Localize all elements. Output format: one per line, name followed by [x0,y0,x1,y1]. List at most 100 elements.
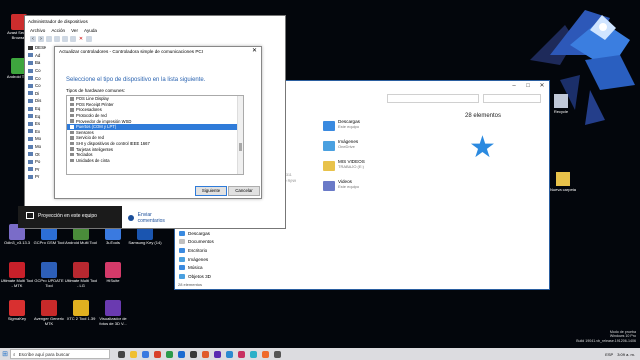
properties-icon[interactable] [46,35,52,42]
nav-item[interactable]: Documentos [179,238,239,247]
file-item[interactable]: MIS VIDEOS TRABAJO (E:) [323,159,443,178]
desktop-icon-item[interactable]: Ultimate Multi Tool - MTK [0,262,34,288]
tree-label: Ba [35,60,41,66]
videos-folder-icon [323,181,335,191]
nav-item[interactable]: Música [179,263,239,272]
list-scrollbar[interactable] [237,96,243,174]
taskbar-app-icon[interactable] [250,350,257,358]
tree-node[interactable]: Ad [28,52,46,60]
taskbar-app-icon[interactable] [274,350,281,358]
nav-item[interactable]: Objetos 3D [179,272,239,281]
taskbar-app-icon[interactable] [118,350,125,358]
desktop-icon-item[interactable]: SigmaKey [0,300,34,322]
desktop-icon-item[interactable]: Ultimate Multi Tool - LG [64,262,98,288]
file-item[interactable]: Imágenes OneDrive [323,139,443,158]
search-input[interactable] [483,93,541,103]
tree-node[interactable]: Eq [28,112,46,120]
minimize-icon[interactable]: – [507,81,521,91]
nav-item[interactable]: Descargas [179,229,239,238]
system-tray: ESP 3:09 a. m. [605,352,640,357]
taskbar-app-icon[interactable] [190,350,197,358]
menu-accion[interactable]: Acción [51,28,65,33]
update-driver-icon[interactable] [70,35,76,42]
tree-node[interactable]: Co [28,74,46,82]
feedback-link[interactable]: Enviar comentarios [128,212,178,224]
scroll-thumb[interactable] [239,142,242,151]
status-bar: 28 elementos [178,282,203,287]
download-icon[interactable] [86,35,92,42]
update-driver-dialog[interactable]: Actualizar controladores - Controladora … [54,46,262,199]
taskbar-app-icon[interactable] [130,350,137,358]
close-icon[interactable]: ✕ [252,47,257,56]
file-item[interactable]: Descargas Este equipo [323,119,443,138]
desktop-icon-item[interactable]: Recycle [546,94,576,114]
help-icon[interactable] [54,35,60,42]
hardware-type-label: Sensores [76,129,94,135]
hardware-type-list[interactable]: POS Line Display POS Receipt Printer Proce… [66,95,244,175]
tree-node[interactable]: Mo [28,135,46,143]
device-category-icon [28,60,33,65]
tree-node[interactable]: Ba [28,59,46,67]
hardware-type-item[interactable]: Unidades de cinta [67,158,243,164]
taskbar-app-icon[interactable] [262,350,269,358]
desktop-icon-item[interactable]: XTC 2 Tool 1.39 [64,300,98,322]
menu-ver[interactable]: Ver [71,28,78,33]
tree-root[interactable]: DESKTOP [28,44,46,52]
menu-archivo[interactable]: Archivo [30,28,45,33]
file-item[interactable]: Videos Este equipo [323,179,443,198]
taskbar-app-icon[interactable] [142,350,149,358]
back-icon[interactable]: ‹ [30,35,36,42]
tree-node[interactable]: Di [28,90,46,98]
taskbar-app-icon[interactable] [178,350,185,358]
uninstall-icon[interactable]: ✕ [78,36,84,42]
tree-node[interactable]: Co [28,82,46,90]
desktop-icon-item[interactable]: Visualizador de fotos de 3D V... [96,300,130,326]
close-icon[interactable]: ✕ [535,81,549,91]
desktop-icon-label: 3uTools [106,240,120,245]
tree-node[interactable]: Dis [28,97,46,105]
scan-icon[interactable] [62,35,68,42]
taskbar-search-input[interactable]: ⌕ Escribe aquí para buscar [10,349,110,359]
address-bar[interactable] [387,93,479,103]
tree-node[interactable]: Eq [28,105,46,113]
tree-label: Dis [35,98,42,104]
taskbar-app-icon[interactable] [214,350,221,358]
next-button[interactable]: Siguiente [195,186,227,196]
tree-node[interactable]: Pr [28,166,46,174]
quick-access-list: Descargas Este equipo Imágenes OneDrive MI… [323,119,443,199]
taskbar-apps [118,350,281,358]
windows-start-icon[interactable]: ⊞ [0,348,10,360]
clock[interactable]: 3:09 a. m. [617,352,635,357]
tree-node[interactable]: Ex [28,128,46,136]
desktop-icon-item[interactable]: HiSuite [96,262,130,284]
tree-node[interactable]: Mo [28,143,46,151]
tree-node[interactable]: Po [28,158,46,166]
tree-label: Co [35,68,41,74]
tree-node[interactable]: Es [28,120,46,128]
app-icon [41,300,57,316]
desktop-icon-item[interactable]: Avenger Generic MTK [32,300,66,326]
forward-icon[interactable]: › [38,35,44,42]
tree-node[interactable]: Pr [28,173,46,181]
nav-item[interactable]: Imágenes [179,255,239,264]
taskbar-app-icon[interactable] [238,350,245,358]
tree-node[interactable]: Ot [28,150,46,158]
maximize-icon[interactable]: □ [521,81,535,91]
desktop-icon-label: XTC 2 Tool 1.39 [66,316,96,321]
taskbar-app-icon[interactable] [154,350,161,358]
device-manager-title: Administrador de dispositivos [28,18,88,24]
taskbar-app-icon[interactable] [202,350,209,358]
desktop-icon-label: GCPro GSM Tool [33,240,65,245]
device-icon [70,158,74,163]
nav-item[interactable]: Escritorio [179,246,239,255]
taskbar-app-icon[interactable] [226,350,233,358]
taskbar-app-icon[interactable] [166,350,173,358]
tree-node[interactable]: Co [28,67,46,75]
desktop-icon-item[interactable]: GCPro UPDATE Tool [32,262,66,288]
projection-row[interactable]: Proyección en este equipo [26,212,97,219]
cancel-button[interactable]: Cancelar [228,186,260,196]
device-category-icon [28,174,33,179]
language-indicator[interactable]: ESP [605,352,613,357]
desktop-icon-item[interactable]: Nueva carpeta [548,172,578,192]
menu-ayuda[interactable]: Ayuda [84,28,97,33]
